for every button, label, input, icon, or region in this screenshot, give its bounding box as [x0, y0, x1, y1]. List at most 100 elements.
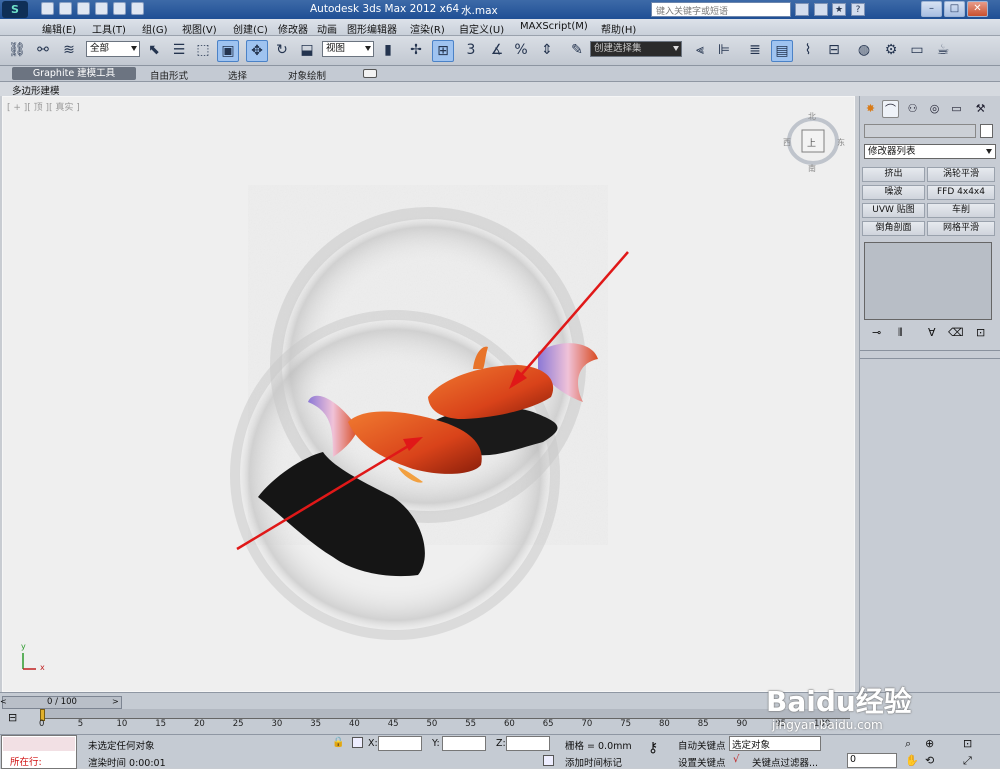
- menu-group[interactable]: 组(G): [142, 21, 168, 36]
- redo-icon[interactable]: [113, 2, 126, 15]
- keyboard-shortcut-override-icon[interactable]: ⊞: [432, 40, 454, 62]
- new-file-icon[interactable]: [41, 2, 54, 15]
- menu-customize[interactable]: 自定义(U): [459, 21, 504, 36]
- modifier-button-noise[interactable]: 噪波: [862, 185, 925, 200]
- zoom-extents-icon[interactable]: ⊡: [963, 737, 972, 750]
- add-time-tag[interactable]: 添加时间标记: [565, 755, 622, 769]
- select-object-icon[interactable]: ⬉: [143, 40, 165, 62]
- modifier-button-bevel-profile[interactable]: 倒角剖面: [862, 221, 925, 236]
- align-icon[interactable]: ⊫: [713, 40, 735, 62]
- configure-modifier-sets-icon[interactable]: ⊡: [976, 326, 985, 339]
- menu-animation[interactable]: 动画: [317, 21, 337, 36]
- angle-snap-icon[interactable]: ∡: [486, 40, 508, 62]
- ribbon-options-icon[interactable]: [363, 69, 377, 78]
- spinner-snap-icon[interactable]: ⇕: [536, 40, 558, 62]
- key-icon[interactable]: ⚷: [648, 740, 658, 756]
- viewcube-face-label[interactable]: 上: [807, 136, 816, 149]
- set-key-button[interactable]: 设置关键点: [678, 755, 726, 769]
- search-icon[interactable]: [795, 3, 809, 16]
- modifier-button-turbosmooth[interactable]: 涡轮平滑: [927, 167, 995, 182]
- orbit-icon[interactable]: ⟲: [925, 754, 934, 767]
- render-setup-icon[interactable]: ⚙: [880, 40, 902, 62]
- maximize-viewport-icon[interactable]: ⤢: [963, 754, 972, 768]
- slider-next-icon[interactable]: >: [112, 697, 119, 706]
- rectangular-region-icon[interactable]: ⬚: [192, 40, 214, 62]
- show-end-result-icon[interactable]: ⫴: [898, 326, 903, 340]
- object-name-field[interactable]: [864, 124, 976, 138]
- favorites-icon[interactable]: ★: [832, 3, 846, 16]
- x-coordinate-field[interactable]: [378, 736, 422, 751]
- snaps-toggle-icon[interactable]: 3: [460, 40, 482, 62]
- tab-freeform[interactable]: 自由形式: [150, 68, 188, 82]
- y-coordinate-field[interactable]: [442, 736, 486, 751]
- select-by-name-icon[interactable]: ☰: [168, 40, 190, 62]
- zoom-all-icon[interactable]: ⊕: [925, 737, 934, 750]
- schematic-view-icon[interactable]: ⊟: [823, 40, 845, 62]
- material-editor-icon[interactable]: ◍: [853, 40, 875, 62]
- menu-modifiers[interactable]: 修改器: [278, 21, 308, 36]
- layer-manager-icon[interactable]: ≣: [744, 40, 766, 62]
- absolute-mode-icon[interactable]: [352, 737, 363, 748]
- remove-modifier-icon[interactable]: ⌫: [948, 326, 964, 339]
- graphite-toggle-icon[interactable]: ▤: [771, 40, 793, 62]
- selection-filter-dropdown[interactable]: 全部: [86, 41, 140, 57]
- maxscript-listener[interactable]: 所在行:: [1, 735, 77, 769]
- tab-selection[interactable]: 选择: [228, 68, 247, 82]
- pan-view-icon[interactable]: ✋: [905, 754, 919, 767]
- named-selection-dropdown[interactable]: 创建选择集: [590, 41, 682, 57]
- select-scale-icon[interactable]: ⬓: [296, 40, 318, 62]
- tab-graphite[interactable]: Graphite 建模工具: [12, 67, 136, 80]
- menu-views[interactable]: 视图(V): [182, 21, 217, 36]
- viewport-top[interactable]: [ + ][ 顶 ][ 真实 ] 上 北 南 东 西 y x: [2, 96, 855, 692]
- select-move-icon[interactable]: ✥: [246, 40, 268, 62]
- close-button[interactable]: ✕: [967, 1, 988, 17]
- filter-curve-icon[interactable]: √: [733, 754, 739, 765]
- utilities-tab-icon[interactable]: ⚒: [972, 100, 989, 118]
- maxscript-mini-top[interactable]: [3, 737, 75, 751]
- help-tools-icon[interactable]: [814, 3, 828, 16]
- menu-help[interactable]: 帮助(H): [601, 21, 636, 36]
- menu-create[interactable]: 创建(C): [233, 21, 268, 36]
- link-icon[interactable]: ⛓: [6, 40, 28, 62]
- open-file-icon[interactable]: [59, 2, 72, 15]
- modifier-button-uvw-map[interactable]: UVW 贴图: [862, 203, 925, 218]
- pivot-center-icon[interactable]: ▮: [377, 40, 399, 62]
- motion-tab-icon[interactable]: ◎: [926, 100, 943, 118]
- curve-editor-icon[interactable]: ⌇: [797, 40, 819, 62]
- track-bar[interactable]: [40, 709, 850, 719]
- pin-stack-icon[interactable]: ⊸: [872, 326, 881, 339]
- app-logo-icon[interactable]: S: [2, 1, 28, 18]
- bind-space-warp-icon[interactable]: ≋: [58, 40, 80, 62]
- modifier-button-ffd[interactable]: FFD 4x4x4: [927, 185, 995, 200]
- tab-polygon-modeling[interactable]: 多边形建模: [12, 83, 60, 97]
- menu-graph-editors[interactable]: 图形编辑器: [347, 21, 397, 36]
- mini-curve-editor-icon[interactable]: ⊟: [8, 711, 17, 724]
- hierarchy-tab-icon[interactable]: ⚇: [904, 100, 921, 118]
- zoom-icon[interactable]: ⌕: [905, 737, 911, 751]
- select-manipulate-icon[interactable]: ✢: [405, 40, 427, 62]
- rendered-frame-window-icon[interactable]: ▭: [906, 40, 928, 62]
- modifier-stack[interactable]: [864, 242, 992, 320]
- time-slider[interactable]: 0 / 100: [2, 696, 122, 709]
- object-color-swatch[interactable]: [980, 124, 993, 138]
- menu-rendering[interactable]: 渲染(R): [410, 21, 445, 36]
- selected-object-dropdown[interactable]: 选定对象: [729, 736, 821, 751]
- render-production-icon[interactable]: ☕: [932, 40, 954, 62]
- maximize-button[interactable]: □: [944, 1, 965, 17]
- search-input[interactable]: 键入关键字或短语: [651, 2, 791, 17]
- time-tag-icon[interactable]: [543, 755, 554, 766]
- z-coordinate-field[interactable]: [506, 736, 550, 751]
- display-tab-icon[interactable]: ▭: [948, 100, 965, 118]
- window-crossing-icon[interactable]: ▣: [217, 40, 239, 62]
- minimize-button[interactable]: –: [921, 1, 942, 17]
- tab-object-paint[interactable]: 对象绘制: [288, 68, 326, 82]
- selection-lock-icon[interactable]: 🔒: [332, 737, 344, 748]
- mirror-icon[interactable]: ⫷: [689, 40, 711, 62]
- menu-edit[interactable]: 编辑(E): [42, 21, 76, 36]
- modifier-button-lathe[interactable]: 车削: [927, 203, 995, 218]
- modifier-button-meshsmooth[interactable]: 网格平滑: [927, 221, 995, 236]
- auto-key-button[interactable]: 自动关键点: [678, 738, 726, 752]
- create-tab-icon[interactable]: ✸: [862, 100, 879, 118]
- menu-tools[interactable]: 工具(T): [92, 21, 126, 36]
- key-filters-button[interactable]: 关键点过滤器...: [752, 755, 818, 769]
